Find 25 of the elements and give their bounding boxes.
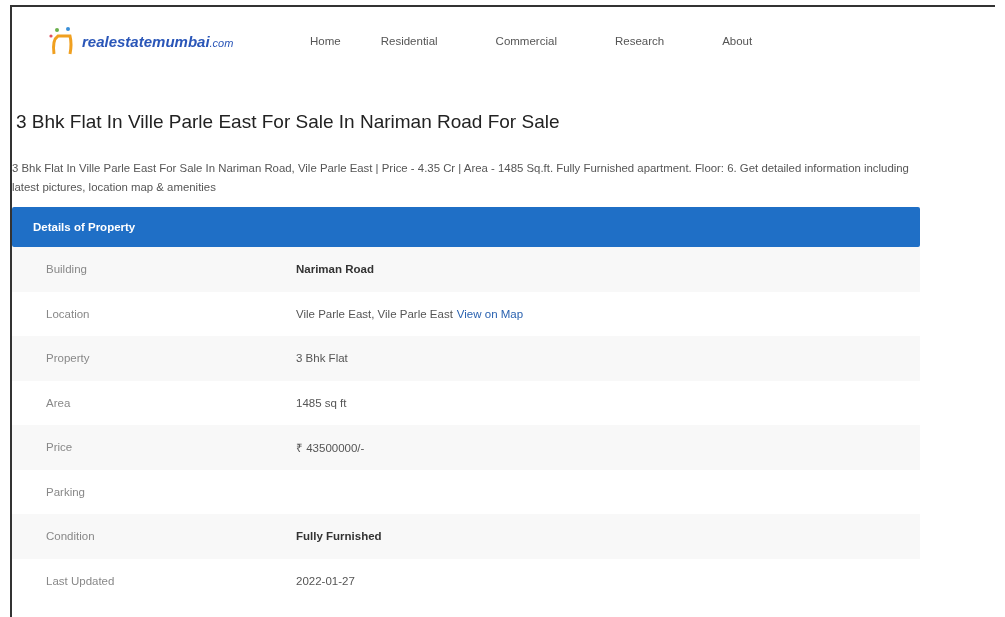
site-logo[interactable]: realestatemumbai.com [48, 26, 290, 56]
detail-value: ₹ 43500000/- [296, 440, 365, 455]
detail-label: Parking [45, 485, 86, 498]
detail-value: Nariman Road [296, 263, 374, 276]
detail-label: Building [45, 263, 88, 276]
detail-label: Condition [45, 530, 96, 543]
nav-link[interactable]: Residential [380, 35, 438, 47]
nav-link[interactable]: Commercial [495, 35, 557, 47]
map-link[interactable]: View on Map [456, 307, 524, 320]
page-title: 3 Bhk Flat In Ville Parle East For Sale In Nariman Road For Sale [16, 111, 561, 133]
detail-value: 2022-01-27 [296, 574, 355, 587]
detail-value: 3 Bhk Flat [296, 352, 348, 365]
nav-link[interactable]: Home [310, 35, 341, 47]
detail-label: Property [45, 352, 91, 365]
nav-link[interactable]: About [722, 35, 753, 47]
nav-link[interactable]: Research [614, 35, 665, 47]
detail-label: Price [45, 441, 74, 454]
detail-value: Fully Furnished [296, 530, 382, 543]
detail-label: Location [45, 307, 91, 320]
panel-heading: Details of Property [12, 207, 920, 247]
detail-value: 1485 sq ft [296, 396, 347, 409]
detail-label: Area [45, 396, 72, 409]
detail-label: Last Updated [45, 574, 116, 587]
detail-value: Vile Parle East, Vile Parle East [296, 307, 453, 320]
description: 3 Bhk Flat In Ville Parle East For Sale In Nariman Road, Vile Parle East | Price - 4.35 Cr | Area - 1485 Sq.ft. Fully Furnished apartment. Floor: 6. Get detailed information including latest pictures, location map & amenities [12, 161, 910, 195]
